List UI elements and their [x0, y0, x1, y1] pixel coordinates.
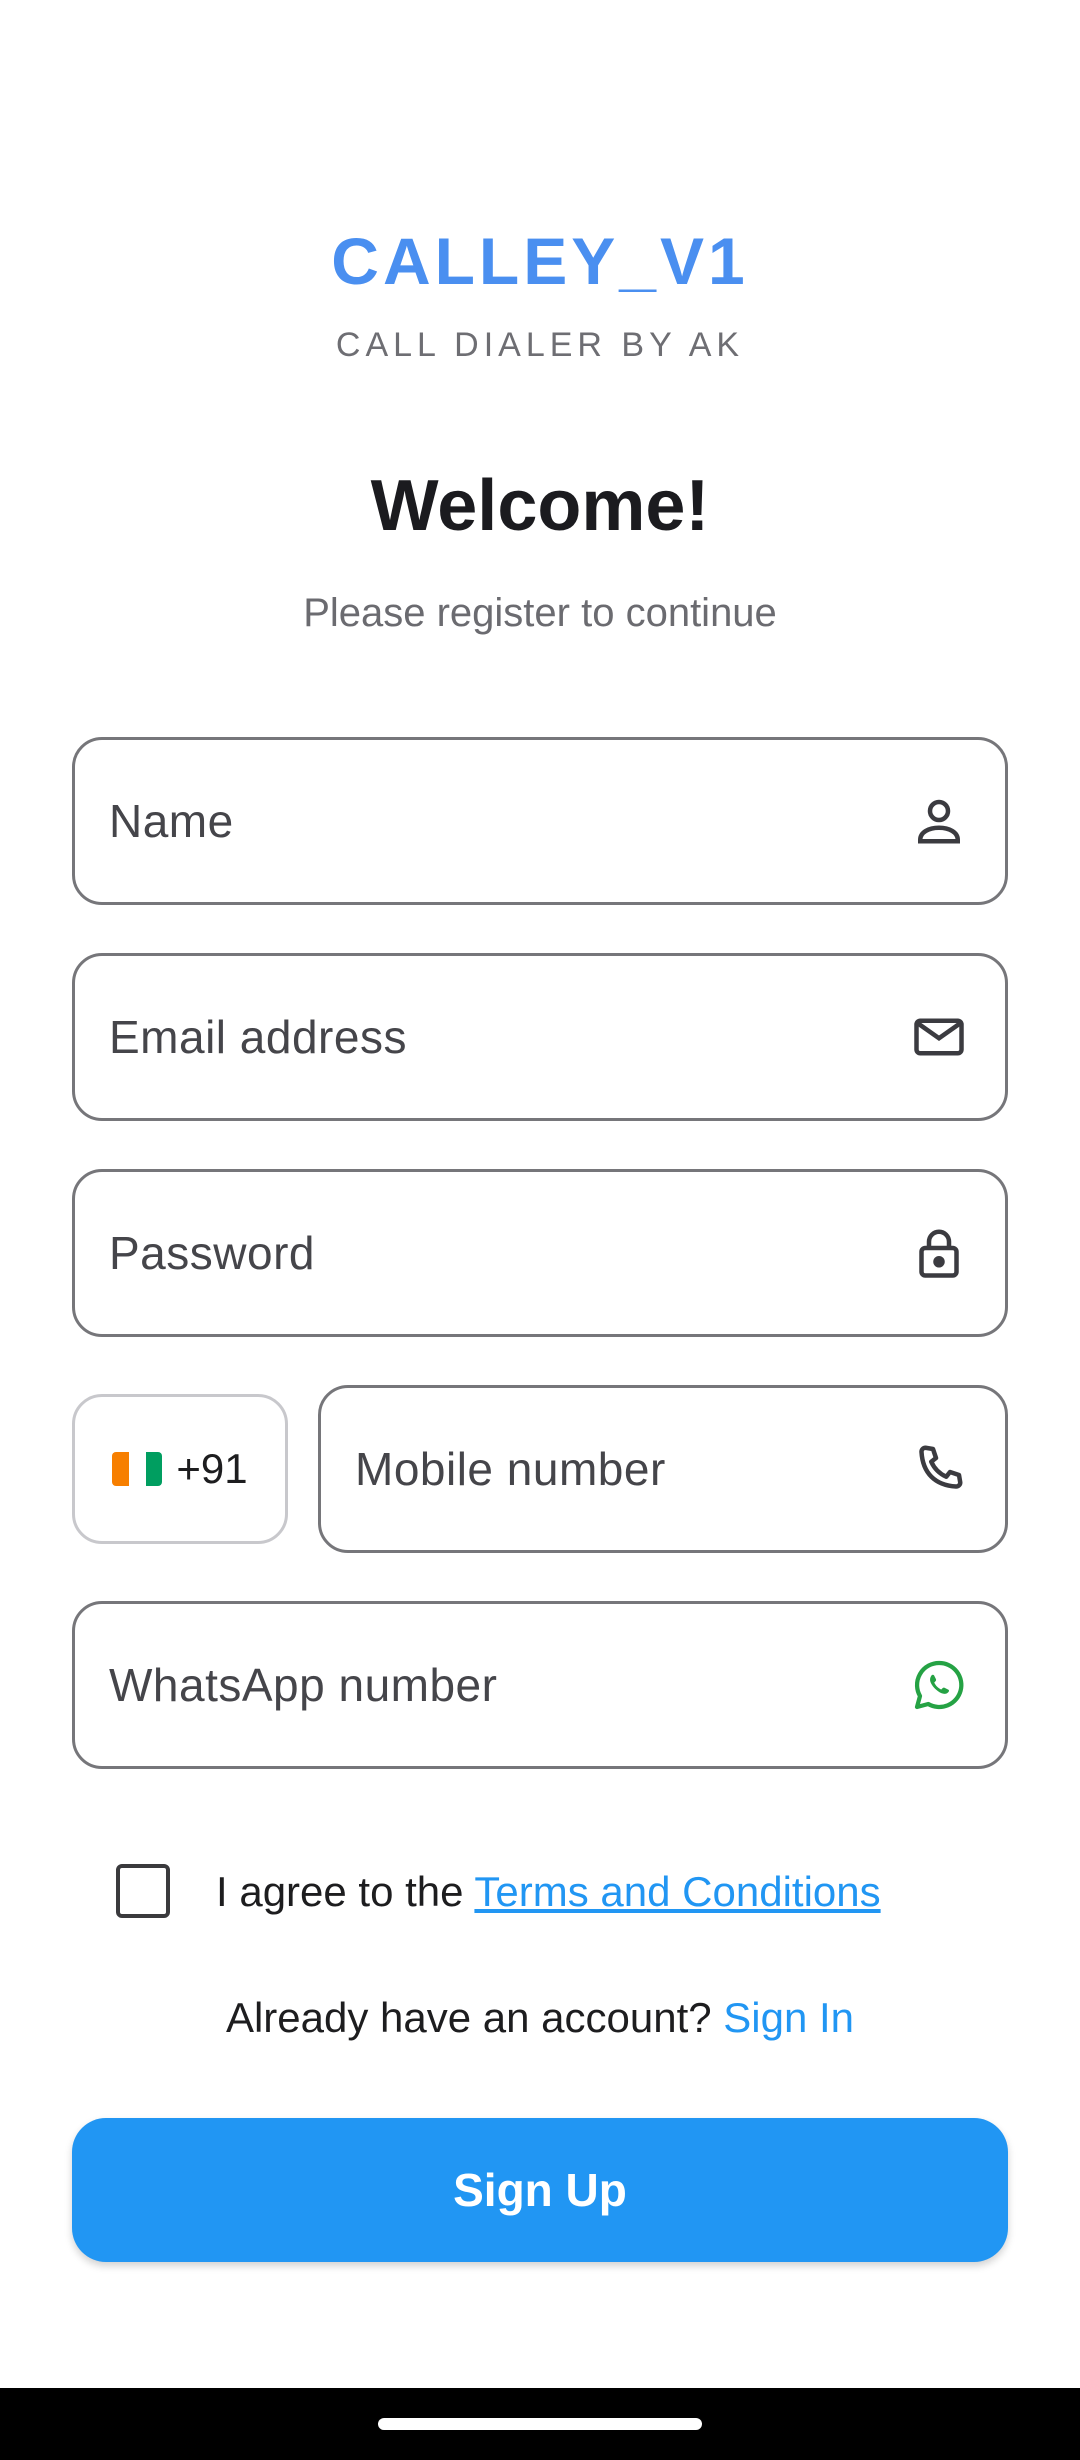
terms-link[interactable]: Terms and Conditions: [474, 1868, 880, 1915]
country-code: +91: [176, 1445, 248, 1492]
email-field-label: Email address: [109, 1011, 407, 1063]
name-field[interactable]: Name: [72, 737, 1008, 905]
app-title: CALLEY_V1: [331, 224, 749, 298]
signup-button[interactable]: Sign Up: [72, 2118, 1008, 2262]
flag-icon: [112, 1452, 163, 1486]
mobile-field-label: Mobile number: [355, 1443, 666, 1495]
person-icon: [907, 789, 971, 853]
mobile-field[interactable]: Mobile number: [318, 1385, 1008, 1553]
terms-text: I agree to the Terms and Conditions: [216, 1866, 881, 1918]
signin-prompt-text: Already have an account?: [225, 1994, 724, 2041]
page-subtitle: Please register to continue: [303, 591, 777, 635]
signup-button-label: Sign Up: [453, 2164, 627, 2216]
home-indicator[interactable]: [378, 2418, 702, 2430]
signin-prompt: Already have an account? Sign In: [0, 1992, 1080, 2044]
whatsapp-icon: [907, 1653, 971, 1717]
mail-icon: [907, 1005, 971, 1069]
whatsapp-field[interactable]: WhatsApp number: [72, 1601, 1008, 1769]
signin-link[interactable]: Sign In: [723, 1994, 854, 2041]
email-field[interactable]: Email address: [72, 953, 1008, 1121]
terms-checkbox[interactable]: [116, 1864, 170, 1918]
country-code-picker[interactable]: +91: [72, 1394, 288, 1544]
password-field-label: Password: [109, 1227, 315, 1279]
name-field-label: Name: [109, 795, 234, 847]
whatsapp-field-label: WhatsApp number: [109, 1659, 498, 1711]
app-subtitle: CALL DIALER BY AK: [335, 326, 745, 364]
lock-icon: [907, 1221, 971, 1285]
terms-prefix: I agree to the: [216, 1868, 475, 1915]
page-title: Welcome!: [370, 466, 710, 546]
password-field[interactable]: Password: [72, 1169, 1008, 1337]
phone-icon: [907, 1437, 971, 1501]
